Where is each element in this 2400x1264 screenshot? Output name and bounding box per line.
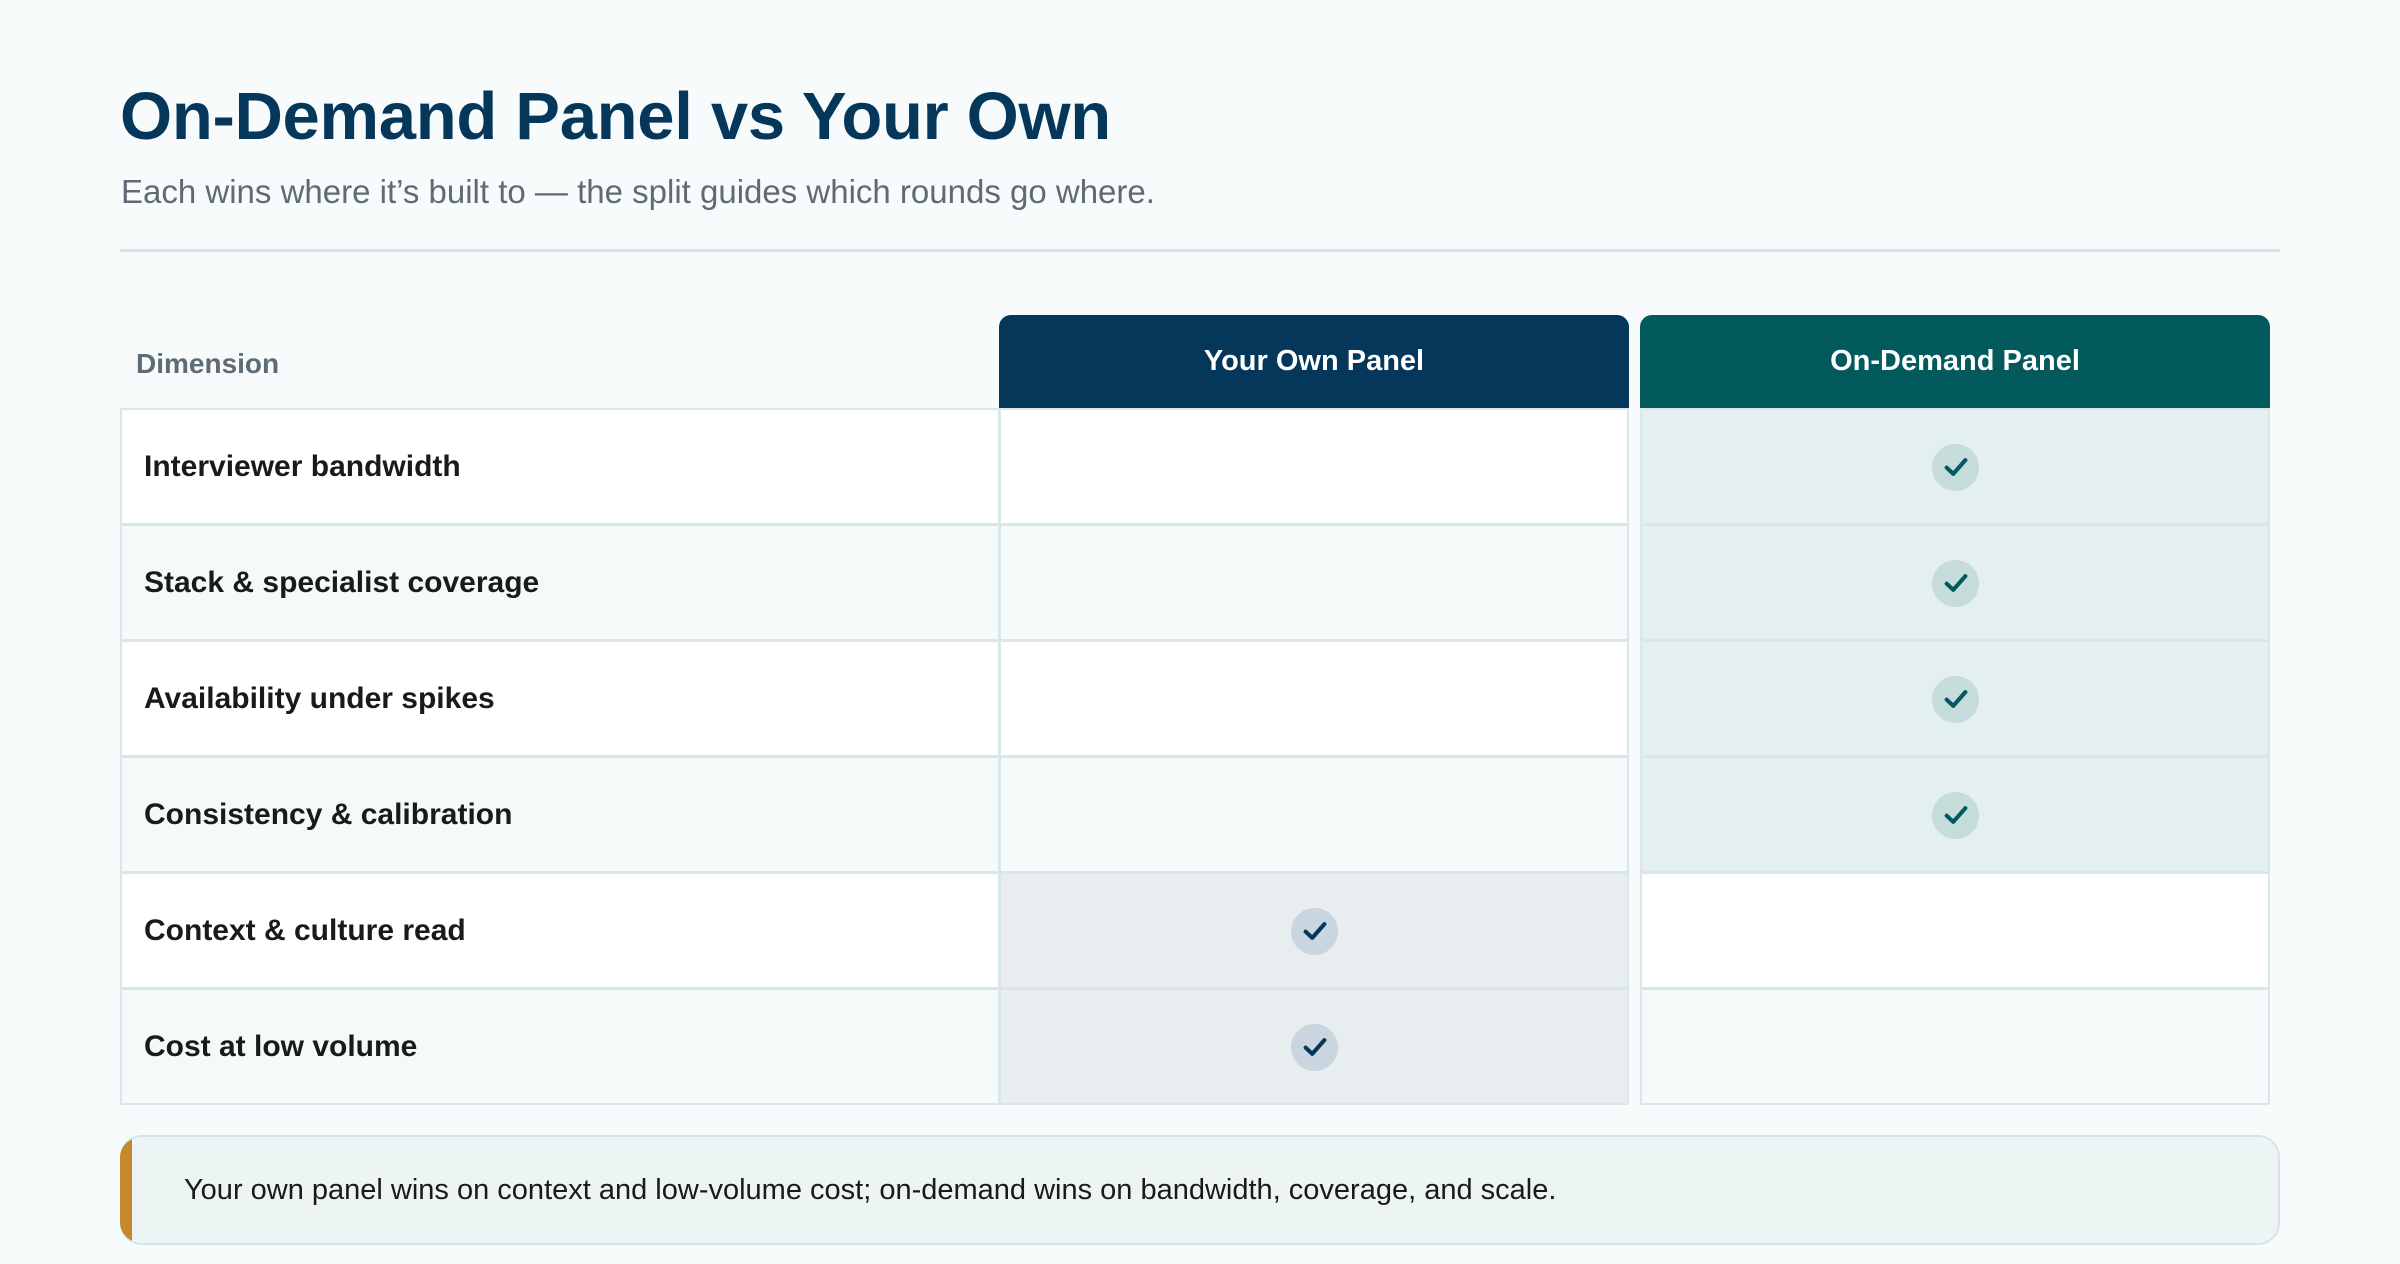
table-row: Stack & specialist coverage xyxy=(120,524,2270,641)
header-divider xyxy=(120,249,2280,252)
check-icon xyxy=(1932,791,1979,839)
check-icon xyxy=(1291,1023,1338,1071)
cell-on-demand-panel xyxy=(1640,640,2270,757)
cell-your-own-panel xyxy=(999,988,1629,1105)
row-dimension-label: Availability under spikes xyxy=(120,640,1000,757)
summary-callout: Your own panel wins on context and low-v… xyxy=(120,1135,2280,1245)
column-header-on-demand-panel: On-Demand Panel xyxy=(1640,315,2270,408)
callout-accent-bar xyxy=(120,1137,132,1243)
check-icon-glyph xyxy=(1303,1038,1326,1056)
dimension-column-header: Dimension xyxy=(136,348,280,379)
cell-on-demand-panel xyxy=(1640,756,2270,873)
cell-your-own-panel xyxy=(999,408,1629,525)
table-row: Cost at low volume xyxy=(120,988,2270,1105)
table-row: Availability under spikes xyxy=(120,640,2270,757)
cell-your-own-panel xyxy=(999,756,1629,873)
check-icon-glyph xyxy=(1944,690,1967,708)
comparison-table-body: Interviewer bandwidth Stack & specialist … xyxy=(120,408,2270,1105)
check-icon-glyph xyxy=(1944,806,1967,824)
table-row: Interviewer bandwidth xyxy=(120,408,2270,525)
table-row: Context & culture read xyxy=(120,872,2270,989)
row-dimension-label: Interviewer bandwidth xyxy=(120,408,1000,525)
cell-on-demand-panel xyxy=(1640,988,2270,1105)
check-icon xyxy=(1291,907,1338,955)
check-icon xyxy=(1932,559,1979,607)
table-row: Consistency & calibration xyxy=(120,756,2270,873)
row-dimension-label: Context & culture read xyxy=(120,872,1000,989)
cell-on-demand-panel xyxy=(1640,524,2270,641)
row-dimension-label: Consistency & calibration xyxy=(120,756,1000,873)
row-dimension-label: Stack & specialist coverage xyxy=(120,524,1000,641)
check-icon xyxy=(1932,443,1979,491)
cell-on-demand-panel xyxy=(1640,872,2270,989)
check-icon xyxy=(1932,675,1979,723)
check-icon-glyph xyxy=(1944,574,1967,592)
column-header-your-own-panel: Your Own Panel xyxy=(999,315,1629,408)
cell-your-own-panel xyxy=(999,524,1629,641)
check-icon-glyph xyxy=(1944,458,1967,476)
comparison-page: On-Demand Panel vs Your Own Each wins wh… xyxy=(0,0,2400,1264)
callout-text: Your own panel wins on context and low-v… xyxy=(184,1173,1557,1206)
cell-your-own-panel xyxy=(999,640,1629,757)
page-subtitle: Each wins where it’s built to — the spli… xyxy=(121,173,1155,210)
cell-on-demand-panel xyxy=(1640,408,2270,525)
page-title: On-Demand Panel vs Your Own xyxy=(120,79,1111,154)
row-dimension-label: Cost at low volume xyxy=(120,988,1000,1105)
cell-your-own-panel xyxy=(999,872,1629,989)
check-icon-glyph xyxy=(1303,922,1326,940)
